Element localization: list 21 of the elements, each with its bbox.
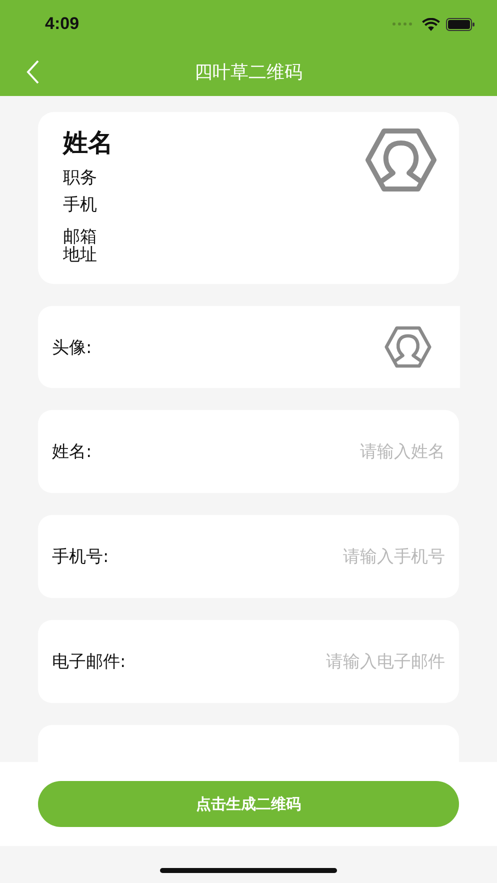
signal-icon <box>392 22 414 26</box>
avatar-row[interactable]: 头像: <box>38 306 460 388</box>
back-icon[interactable] <box>26 60 40 84</box>
info-text: 地址 <box>63 246 98 264</box>
field-label: 手机号: <box>52 546 109 568</box>
status-time: 4:09 <box>45 14 80 34</box>
battery-icon <box>446 18 475 30</box>
name-text: 姓名 <box>63 127 113 159</box>
avatar-icon[interactable] <box>384 326 432 368</box>
input-field[interactable]: 请输入姓名 <box>225 442 445 462</box>
wifi-icon <box>422 18 440 30</box>
input-field[interactable]: 请输入电子邮件 <box>225 652 445 672</box>
info-text: 手机 <box>63 194 98 217</box>
field-label: 电子邮件: <box>52 651 126 673</box>
page-title: 四叶草二维码 <box>194 61 302 84</box>
field-label: 头像: <box>52 336 92 358</box>
avatar-icon <box>365 128 437 192</box>
input-field[interactable]: 请输入手机号 <box>225 546 445 566</box>
info-text: 职务 <box>63 167 98 190</box>
info-text: 邮箱 <box>63 228 98 246</box>
field-label: 姓名: <box>52 441 92 463</box>
